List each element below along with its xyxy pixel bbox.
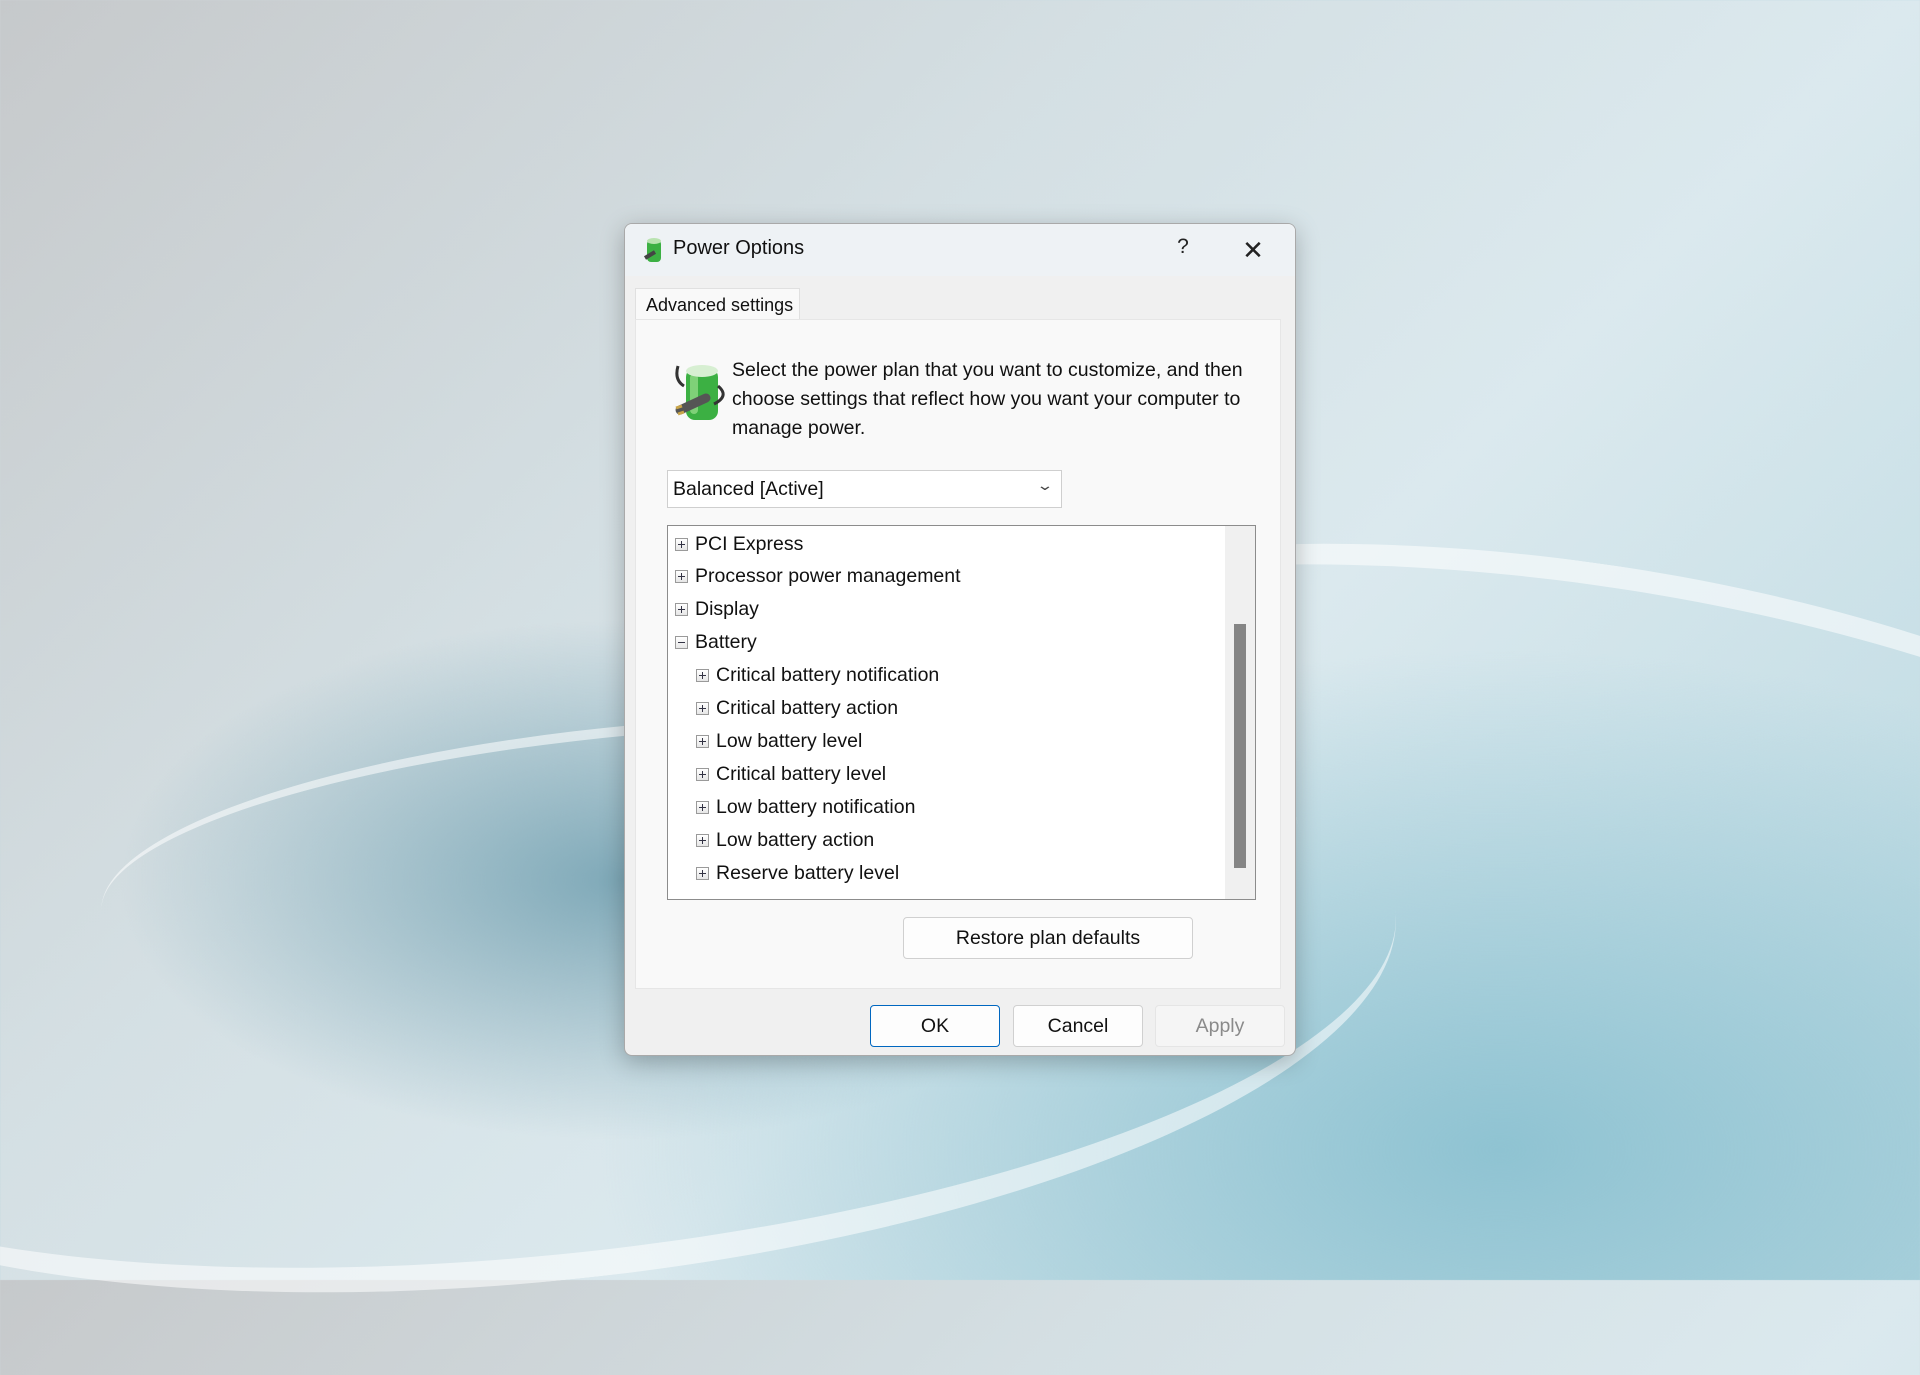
apply-button[interactable]: Apply: [1155, 1005, 1285, 1047]
expand-plus-icon[interactable]: [696, 833, 709, 847]
tree-item-label: Critical battery action: [716, 697, 899, 719]
tree-item[interactable]: Processor power management: [675, 562, 961, 592]
expand-plus-icon[interactable]: [696, 734, 709, 748]
window-title: Power Options: [673, 237, 805, 259]
selected-plan: Balanced [Active]: [673, 478, 824, 500]
title-bar[interactable]: Power Options ? ✕: [625, 224, 1295, 276]
help-button[interactable]: ?: [1165, 235, 1201, 265]
tree-item-label: Battery: [695, 631, 757, 654]
tree-item-label: Display: [695, 598, 759, 621]
expand-plus-icon[interactable]: [696, 767, 709, 781]
tree-item-label: Low battery action: [716, 828, 875, 851]
expand-plus-icon[interactable]: [675, 537, 688, 551]
expand-plus-icon[interactable]: [696, 669, 709, 683]
tree-item[interactable]: PCI Express: [675, 529, 803, 559]
collapse-minus-icon[interactable]: [675, 636, 688, 650]
expand-plus-icon[interactable]: [675, 570, 688, 584]
tree-item-label: Critical battery level: [716, 762, 887, 785]
power-battery-icon: [643, 238, 661, 262]
chevron-down-icon: ⌄: [1036, 477, 1054, 493]
cancel-button[interactable]: Cancel: [1013, 1005, 1143, 1047]
restore-plan-defaults-button[interactable]: Restore plan defaults: [903, 917, 1193, 959]
tree-item-label: Critical battery notification: [716, 664, 940, 687]
expand-plus-icon[interactable]: [696, 866, 709, 880]
settings-tree[interactable]: PCI Express Processor power management Dis…: [667, 525, 1256, 900]
tree-item[interactable]: Critical battery notification: [696, 661, 939, 691]
tree-item-label: Processor power management: [695, 565, 961, 588]
advanced-settings-panel: Select the power plan that you want to c…: [635, 319, 1281, 989]
close-button[interactable]: ✕: [1231, 232, 1275, 268]
tree-item[interactable]: Low battery notification: [696, 792, 915, 822]
scrollbar-thumb[interactable]: [1234, 624, 1246, 868]
tree-item[interactable]: Battery: [675, 628, 757, 658]
tree-item[interactable]: Low battery action: [696, 825, 874, 855]
power-plug-battery-icon: [675, 365, 725, 420]
expand-plus-icon[interactable]: [696, 800, 709, 814]
tab-advanced-settings[interactable]: Advanced settings: [635, 288, 800, 320]
tree-item-label: Reserve battery level: [716, 861, 900, 884]
tree-item[interactable]: Display: [675, 595, 759, 625]
tree-item[interactable]: Critical battery level: [696, 759, 886, 789]
description-text: Select the power plan that you want to c…: [732, 359, 1243, 439]
tree-item-label: Low battery level: [716, 729, 863, 752]
tree-item[interactable]: Critical battery action: [696, 694, 898, 724]
ok-button[interactable]: OK: [870, 1005, 1000, 1047]
tree-item-label: PCI Express: [695, 532, 804, 555]
expand-plus-icon[interactable]: [696, 702, 709, 715]
close-icon: ✕: [1242, 235, 1264, 265]
power-options-dialog: Power Options ? ✕ Advanced settings Sele…: [624, 223, 1296, 1056]
tree-item-label: Low battery notification: [716, 795, 916, 818]
tree-item[interactable]: Reserve battery level: [696, 858, 899, 888]
vertical-scrollbar[interactable]: [1225, 526, 1255, 899]
tree-item[interactable]: Low battery level: [696, 726, 862, 756]
power-plan-select[interactable]: Balanced [Active] ⌄: [667, 470, 1062, 508]
expand-plus-icon[interactable]: [675, 603, 688, 617]
